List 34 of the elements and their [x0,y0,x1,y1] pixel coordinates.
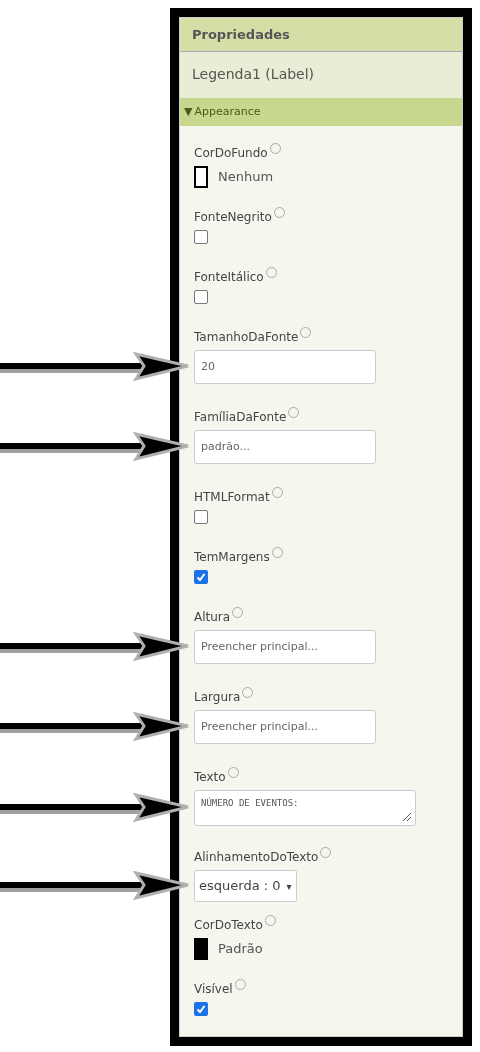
property-label: CorDoFundo [194,145,268,162]
property-label: Largura [194,689,241,706]
dropdown[interactable]: esquerda : 0 ▾ [194,870,297,902]
property-label: TemMargens [194,549,270,566]
panel-title: Propriedades [180,18,462,53]
input-field[interactable]: Preencher principal... [194,630,376,664]
section-header[interactable]: ▼ Appearance [180,97,462,126]
property-label: TamanhoDaFonte [194,329,299,346]
input-field[interactable]: 20 [194,350,376,384]
resize-handle-icon[interactable] [402,812,412,822]
text-area[interactable]: NÚMERO DE EVENTOS: [194,790,416,826]
checkbox[interactable] [194,570,208,584]
check-icon [196,1004,206,1014]
property-label: Texto [194,769,226,786]
property-label: Altura [194,609,231,626]
input-field[interactable]: padrão... [194,430,376,464]
checkbox[interactable] [194,1002,208,1016]
check-icon [196,572,206,582]
color-swatch[interactable] [194,938,208,960]
checkbox[interactable] [194,230,208,244]
color-value: Padrão [218,940,263,959]
input-field[interactable]: Preencher principal... [194,710,376,744]
color-value: Nenhum [218,168,274,187]
property-label: FonteNegrito [194,209,272,226]
checkbox[interactable] [194,510,208,524]
property-label: HTMLFormat [194,489,270,506]
component-name: Legenda1 (Label) [180,52,462,98]
checkbox[interactable] [194,290,208,304]
property-label: CorDoTexto [194,917,263,934]
property-label: AlinhamentoDoTexto [194,849,319,866]
property-label: FamíliaDaFonte [194,409,287,426]
property-label: Visível [194,981,233,998]
property-label: FonteItálico [194,269,264,286]
color-swatch[interactable] [194,166,208,188]
